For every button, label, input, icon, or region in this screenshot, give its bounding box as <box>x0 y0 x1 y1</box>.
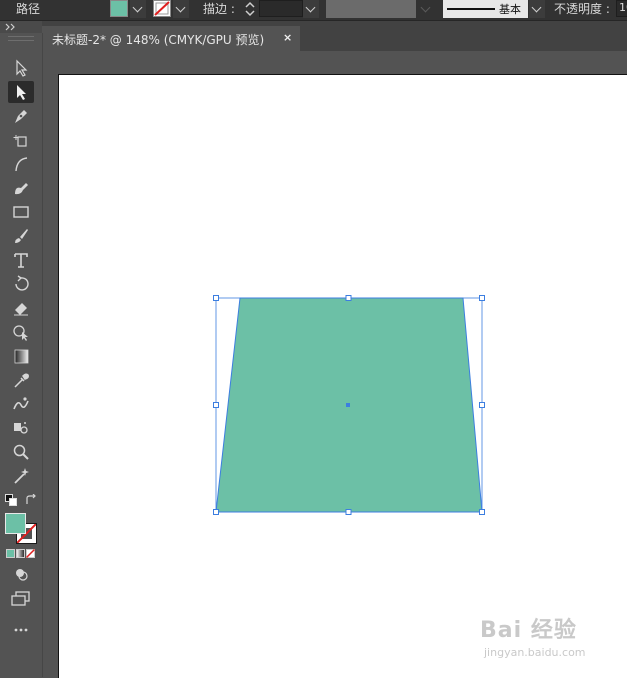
watermark-url: jingyan.baidu.com <box>484 646 586 659</box>
baidu-watermark: Bai 经验 jingyan.baidu.com <box>480 612 586 659</box>
watermark-logo: Bai 经验 <box>480 618 577 643</box>
selected-trapezoid-path[interactable] <box>0 0 627 677</box>
